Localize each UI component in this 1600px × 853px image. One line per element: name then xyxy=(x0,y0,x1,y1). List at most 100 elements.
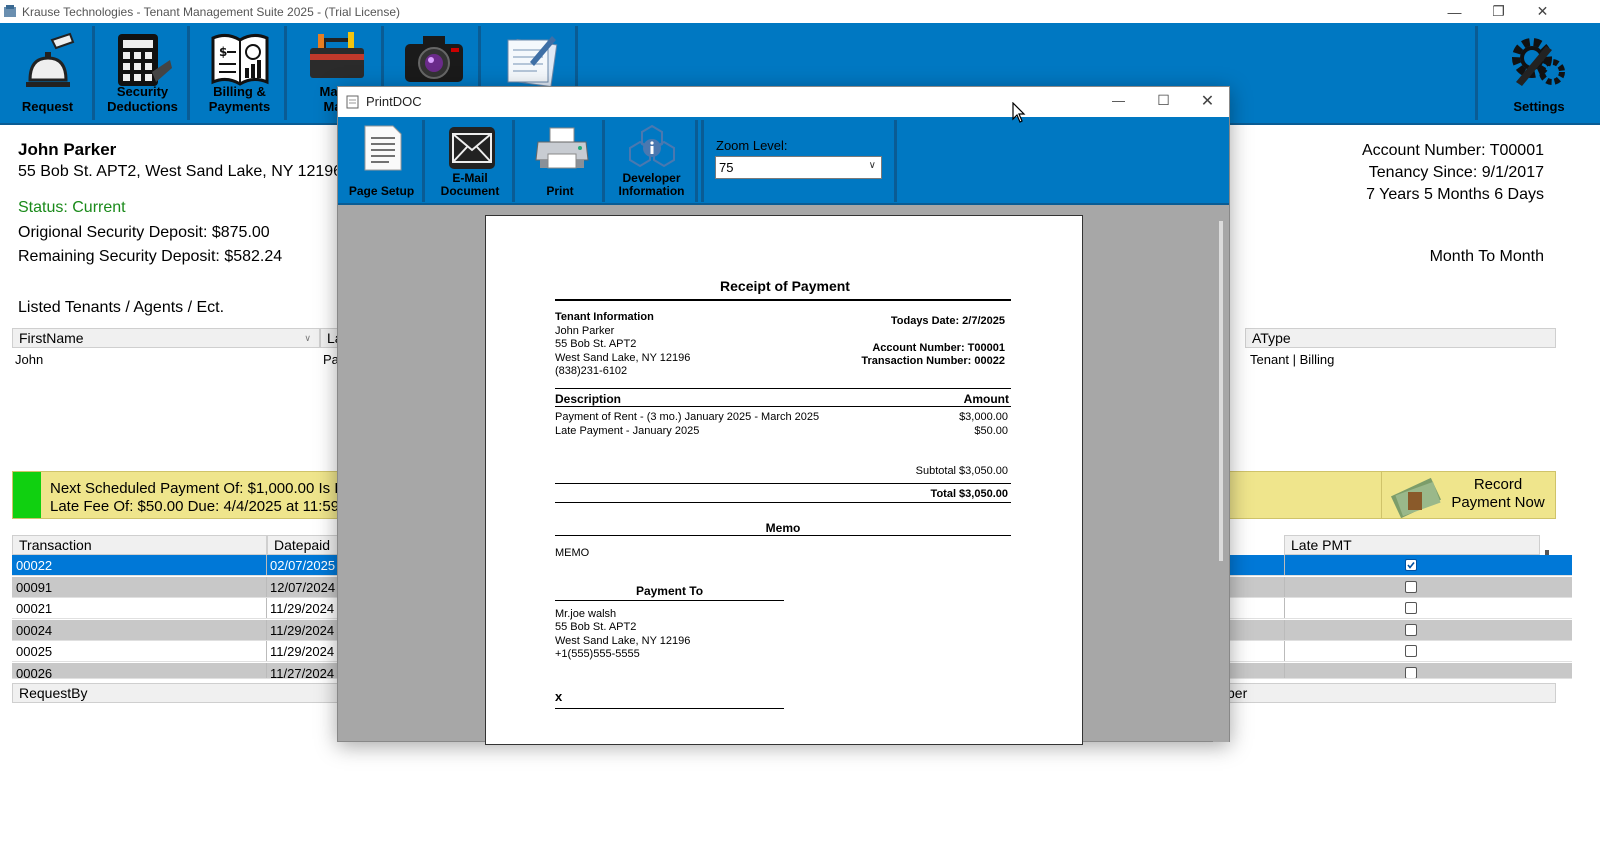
transaction-date: 02/07/2025 xyxy=(270,558,336,573)
payee-street: 55 Bob St. APT2 xyxy=(555,621,637,633)
col-late-pmt[interactable]: Late PMT xyxy=(1284,535,1540,555)
ribbon-divider-2 xyxy=(894,120,897,202)
transaction-id: 00026 xyxy=(16,666,53,679)
tenancy-since: Tenancy Since: 9/1/2017 xyxy=(1368,164,1544,181)
late-pmt-checkbox[interactable] xyxy=(1405,580,1417,593)
window-title: Krause Technologies - Tenant Management … xyxy=(22,4,400,19)
col-transaction[interactable]: Transaction xyxy=(12,535,267,555)
lease-type: Month To Month xyxy=(1429,248,1544,265)
settings-label: Settings xyxy=(1513,99,1565,114)
restore-button[interactable]: ❐ xyxy=(1476,0,1521,23)
col-datepaid[interactable]: Datepaid xyxy=(267,535,347,555)
row-divider-2 xyxy=(1284,663,1285,678)
security-deductions-button[interactable]: Security Deductions xyxy=(98,26,190,120)
signature-x: x xyxy=(555,689,563,704)
subtotal: Subtotal $3,050.00 xyxy=(915,465,1008,477)
email-document-button[interactable]: E-Mail Document xyxy=(428,120,515,202)
record-payment-label: Record Payment Now xyxy=(1451,476,1545,511)
dialog-title-bar[interactable]: PrintDOC — ☐ ✕ xyxy=(338,87,1229,117)
row-divider xyxy=(266,663,267,678)
print-label: Print xyxy=(546,184,574,198)
camera-icon xyxy=(404,36,463,82)
billing-payments-button[interactable]: $ Billing & Payments xyxy=(195,26,287,120)
status-indicator xyxy=(13,472,41,518)
page-icon xyxy=(364,125,402,171)
zoom-level-select[interactable]: 75 ∨ xyxy=(715,156,882,179)
printer-icon xyxy=(535,127,589,169)
row-divider-2 xyxy=(1284,576,1285,597)
row-divider-2 xyxy=(1284,598,1285,619)
tenant-row-atype[interactable]: Tenant | Billing xyxy=(1250,352,1334,367)
dialog-minimize-button[interactable]: — xyxy=(1096,89,1141,112)
email-document-label: E-Mail Document xyxy=(440,171,500,198)
tenant-info-label: Tenant Information xyxy=(555,311,654,323)
dialog-maximize-button[interactable]: ☐ xyxy=(1141,89,1186,112)
transaction-id: 00021 xyxy=(16,601,53,617)
preview-scrollbar-track[interactable] xyxy=(1213,205,1229,742)
late-pmt-checkbox[interactable] xyxy=(1405,645,1417,658)
row-divider xyxy=(266,619,267,640)
developer-information-button[interactable]: Developer Information xyxy=(608,120,698,202)
payment-to-header: Payment To xyxy=(635,584,704,598)
col-number[interactable]: ber xyxy=(1220,683,1556,703)
transaction-id: 00022 xyxy=(16,558,53,573)
print-button[interactable]: Print xyxy=(518,120,605,202)
mouse-cursor-icon xyxy=(1012,102,1026,123)
total: Total $3,050.00 xyxy=(930,488,1008,500)
item2-amount: $50.00 xyxy=(974,425,1008,437)
gear-wrench-icon xyxy=(1512,38,1565,86)
ribbon-divider xyxy=(701,120,704,202)
transaction-date: 12/07/2024 xyxy=(270,579,336,595)
dialog-title: PrintDOC xyxy=(366,94,422,109)
receipt-tenant-city: West Sand Lake, NY 12196 xyxy=(555,352,691,364)
request-button[interactable]: Request xyxy=(3,26,95,120)
svg-text:$: $ xyxy=(219,45,227,59)
documents-icon xyxy=(507,36,557,88)
close-button[interactable]: ✕ xyxy=(1520,0,1565,23)
col-firstname[interactable]: FirstName ∨ xyxy=(12,328,320,348)
zoom-level-label: Zoom Level: xyxy=(716,138,788,153)
memo-text: MEMO xyxy=(555,547,590,559)
late-pmt-checkbox[interactable] xyxy=(1405,559,1417,571)
transaction-date: 11/27/2024 xyxy=(270,666,335,679)
page-setup-button[interactable]: Page Setup xyxy=(341,120,425,202)
col-requestby[interactable]: RequestBy xyxy=(12,683,352,703)
chevron-down-icon: ∨ xyxy=(868,160,876,171)
late-pmt-checkbox[interactable] xyxy=(1405,602,1417,615)
minimize-button[interactable]: — xyxy=(1432,0,1477,23)
zoom-value: 75 xyxy=(719,160,734,175)
row-divider-2 xyxy=(1284,555,1285,575)
col-atype[interactable]: AType xyxy=(1245,328,1556,348)
transaction-id: 00025 xyxy=(16,644,53,660)
tenant-row-firstname[interactable]: John xyxy=(15,352,43,367)
row-divider xyxy=(266,576,267,597)
record-payment-button[interactable]: Record Payment Now xyxy=(1381,472,1557,518)
settings-button[interactable]: Settings xyxy=(1475,26,1600,120)
envelope-icon xyxy=(449,127,495,169)
item2-description: Late Payment - January 2025 xyxy=(555,425,700,437)
tenant-address: 55 Bob St. APT2, West Sand Lake, NY 1219… xyxy=(18,163,343,180)
payee-phone: +1(555)555-5555 xyxy=(555,648,640,660)
calculator-icon xyxy=(117,34,172,86)
row-divider xyxy=(266,598,267,619)
payee-city: West Sand Lake, NY 12196 xyxy=(555,635,691,647)
item1-amount: $3,000.00 xyxy=(959,411,1008,423)
next-payment-text: Next Scheduled Payment Of: $1,000.00 Is … xyxy=(50,480,354,497)
request-label: Request xyxy=(21,99,74,114)
receipt-preview: Receipt of Payment Tenant Information Jo… xyxy=(485,215,1083,745)
row-divider-2 xyxy=(1284,619,1285,640)
service-bell-icon xyxy=(25,32,74,87)
toolbox-icon xyxy=(309,32,364,78)
amount-header: Amount xyxy=(963,392,1009,406)
sort-arrow-icon: ∨ xyxy=(304,332,311,343)
dialog-close-button[interactable]: ✕ xyxy=(1185,89,1230,112)
receipt-tenant-phone: (838)231-6102 xyxy=(555,365,628,377)
memo-header: Memo xyxy=(765,521,801,535)
late-pmt-checkbox[interactable] xyxy=(1405,623,1417,636)
info-hex-icon xyxy=(629,124,675,168)
ledger-book-icon: $ xyxy=(211,33,268,86)
preview-scrollbar-thumb[interactable] xyxy=(1219,221,1223,561)
late-pmt-checkbox[interactable] xyxy=(1405,667,1417,678)
page-setup-label: Page Setup xyxy=(348,184,415,198)
transaction-id: 00024 xyxy=(16,622,53,638)
